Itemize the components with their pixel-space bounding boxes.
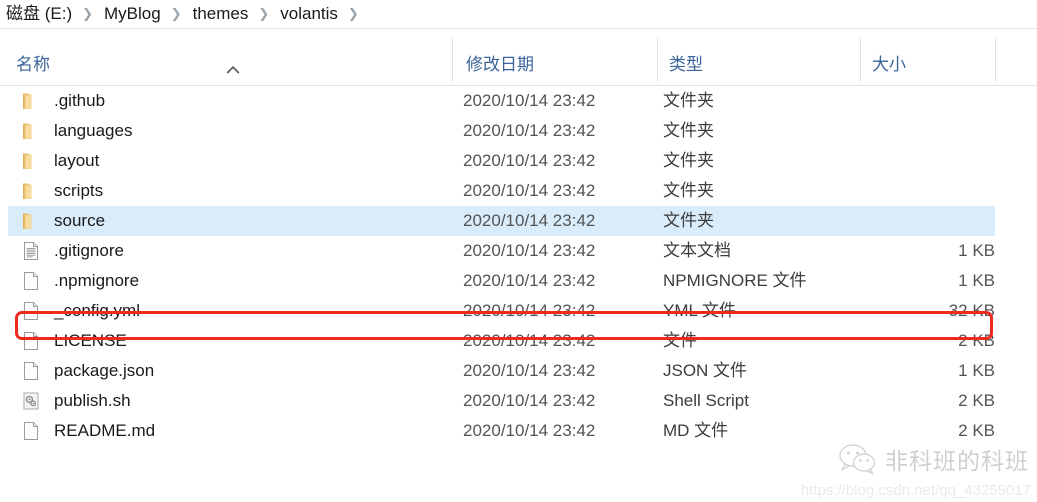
file-row[interactable]: _config.yml 2020/10/14 23:42 YML 文件 32 KB bbox=[8, 296, 995, 326]
file-row-type-cell: 文件 bbox=[663, 331, 697, 350]
file-row-name-cell[interactable]: source bbox=[8, 206, 105, 236]
file-row-date-cell: 2020/10/14 23:42 bbox=[463, 391, 596, 410]
file-row-name-cell[interactable]: _config.yml bbox=[8, 296, 140, 326]
file-row-size-cell: 1 KB bbox=[958, 271, 995, 290]
column-header-label-name: 名称 bbox=[16, 55, 50, 74]
file-row-name-cell[interactable]: .npmignore bbox=[8, 266, 139, 296]
file-row[interactable]: package.json 2020/10/14 23:42 JSON 文件 1 KB bbox=[8, 356, 995, 386]
column-header-label-date: 修改日期 bbox=[466, 55, 534, 74]
breadcrumb-item-1[interactable]: MyBlog bbox=[102, 4, 163, 24]
folder-icon bbox=[20, 90, 42, 112]
file-name-label: package.json bbox=[54, 361, 155, 380]
file-row-size-cell: 1 KB bbox=[958, 361, 995, 380]
file-row[interactable]: .github 2020/10/14 23:42 文件夹 bbox=[8, 86, 995, 116]
folder-icon bbox=[20, 210, 42, 232]
file-row[interactable]: LICENSE 2020/10/14 23:42 文件 2 KB bbox=[8, 326, 995, 356]
file-row-date-cell: 2020/10/14 23:42 bbox=[463, 241, 596, 260]
blank-file-icon bbox=[20, 420, 42, 442]
folder-icon bbox=[20, 120, 42, 142]
file-row[interactable]: .gitignore 2020/10/14 23:42 文本文档 1 KB bbox=[8, 236, 995, 266]
column-header-type[interactable]: 类型 bbox=[669, 29, 872, 86]
file-name-label: LICENSE bbox=[54, 331, 127, 350]
file-row-type-cell: Shell Script bbox=[663, 391, 749, 410]
file-name-label: .github bbox=[54, 91, 106, 110]
file-row[interactable]: .npmignore 2020/10/14 23:42 NPMIGNORE 文件 1 … bbox=[8, 266, 995, 296]
file-row-name-cell[interactable]: publish.sh bbox=[8, 386, 131, 416]
breadcrumb-chevron-right-icon[interactable]: ❯ bbox=[250, 4, 278, 24]
file-row-date-cell: 2020/10/14 23:42 bbox=[463, 181, 596, 200]
file-list[interactable]: .github 2020/10/14 23:42 文件夹 languages 2020/… bbox=[0, 86, 1037, 502]
breadcrumb-chevron-right-icon[interactable]: ❯ bbox=[74, 4, 102, 24]
file-row-type-cell: 文件夹 bbox=[663, 151, 714, 170]
folder-icon bbox=[20, 180, 42, 202]
file-row[interactable]: scripts 2020/10/14 23:42 文件夹 bbox=[8, 176, 995, 206]
file-name-label: README.md bbox=[54, 421, 156, 440]
file-row-date-cell: 2020/10/14 23:42 bbox=[463, 91, 596, 110]
file-row-size-cell: 2 KB bbox=[958, 331, 995, 350]
file-row-type-cell: YML 文件 bbox=[663, 301, 737, 320]
folder-icon bbox=[20, 150, 42, 172]
file-name-label: layout bbox=[54, 151, 100, 170]
file-row-name-cell[interactable]: .gitignore bbox=[8, 236, 124, 266]
file-row-name-cell[interactable]: LICENSE bbox=[8, 326, 127, 356]
breadcrumb-item-0[interactable]: 磁盘 (E:) bbox=[4, 4, 74, 24]
file-row[interactable]: languages 2020/10/14 23:42 文件夹 bbox=[8, 116, 995, 146]
file-row-date-cell: 2020/10/14 23:42 bbox=[463, 331, 596, 350]
file-row-size-cell: 32 KB bbox=[948, 301, 995, 320]
column-header-size[interactable]: 大小 bbox=[872, 29, 1007, 86]
blank-file-icon bbox=[20, 300, 42, 322]
file-row-name-cell[interactable]: scripts bbox=[8, 176, 103, 206]
file-name-label: publish.sh bbox=[54, 391, 131, 410]
file-row-date-cell: 2020/10/14 23:42 bbox=[463, 421, 596, 440]
file-row-size-cell: 2 KB bbox=[958, 421, 995, 440]
breadcrumb-item-3[interactable]: volantis bbox=[278, 4, 340, 24]
column-header-name[interactable]: 名称 bbox=[16, 29, 452, 86]
blank-file-icon bbox=[20, 360, 42, 382]
file-row-type-cell: JSON 文件 bbox=[663, 361, 748, 380]
file-row-type-cell: 文件夹 bbox=[663, 211, 714, 230]
file-row-name-cell[interactable]: .github bbox=[8, 86, 105, 116]
file-row-type-cell: 文件夹 bbox=[663, 181, 714, 200]
file-row-name-cell[interactable]: layout bbox=[8, 146, 99, 176]
column-divider-0[interactable] bbox=[452, 38, 453, 82]
file-row-date-cell: 2020/10/14 23:42 bbox=[463, 211, 596, 230]
column-header-label-type: 类型 bbox=[669, 55, 703, 74]
file-row-type-cell: 文件夹 bbox=[663, 121, 714, 140]
text-document-icon bbox=[20, 240, 42, 262]
address-breadcrumb-bar[interactable]: 磁盘 (E:) ❯ MyBlog ❯ themes ❯ volantis ❯ bbox=[0, 0, 1037, 29]
file-name-label: scripts bbox=[54, 181, 104, 200]
file-name-label: languages bbox=[54, 121, 133, 140]
shell-script-icon bbox=[20, 390, 42, 412]
file-row[interactable]: publish.sh 2020/10/14 23:42 Shell Script 2 … bbox=[8, 386, 995, 416]
file-name-label: _config.yml bbox=[54, 301, 140, 320]
file-row-date-cell: 2020/10/14 23:42 bbox=[463, 151, 596, 170]
file-row-date-cell: 2020/10/14 23:42 bbox=[463, 271, 596, 290]
file-row-date-cell: 2020/10/14 23:42 bbox=[463, 301, 596, 320]
column-header-label-size: 大小 bbox=[872, 55, 906, 74]
file-name-label: source bbox=[54, 211, 106, 230]
file-row-name-cell[interactable]: languages bbox=[8, 116, 132, 146]
file-row-name-cell[interactable]: package.json bbox=[8, 356, 154, 386]
column-header-row: 名称 修改日期 类型 大小 bbox=[0, 29, 1037, 86]
file-row-type-cell: 文件夹 bbox=[663, 91, 714, 110]
file-row-size-cell: 1 KB bbox=[958, 241, 995, 260]
file-row[interactable]: source 2020/10/14 23:42 文件夹 bbox=[8, 206, 995, 236]
blank-file-icon bbox=[20, 270, 42, 292]
blank-file-icon bbox=[20, 330, 42, 352]
file-row[interactable]: layout 2020/10/14 23:42 文件夹 bbox=[8, 146, 995, 176]
file-row-size-cell: 2 KB bbox=[958, 391, 995, 410]
file-row-type-cell: MD 文件 bbox=[663, 421, 729, 440]
file-row-name-cell[interactable]: README.md bbox=[8, 416, 155, 446]
file-row-type-cell: 文本文档 bbox=[663, 241, 731, 260]
file-row-date-cell: 2020/10/14 23:42 bbox=[463, 121, 596, 140]
file-name-label: .gitignore bbox=[54, 241, 124, 260]
file-name-label: .npmignore bbox=[54, 271, 140, 290]
breadcrumb-chevron-right-icon[interactable]: ❯ bbox=[163, 4, 191, 24]
column-header-date[interactable]: 修改日期 bbox=[466, 29, 671, 86]
breadcrumb-chevron-right-icon[interactable]: ❯ bbox=[340, 4, 368, 24]
file-row-date-cell: 2020/10/14 23:42 bbox=[463, 361, 596, 380]
breadcrumb-item-2[interactable]: themes bbox=[191, 4, 251, 24]
file-row[interactable]: README.md 2020/10/14 23:42 MD 文件 2 KB bbox=[8, 416, 995, 446]
